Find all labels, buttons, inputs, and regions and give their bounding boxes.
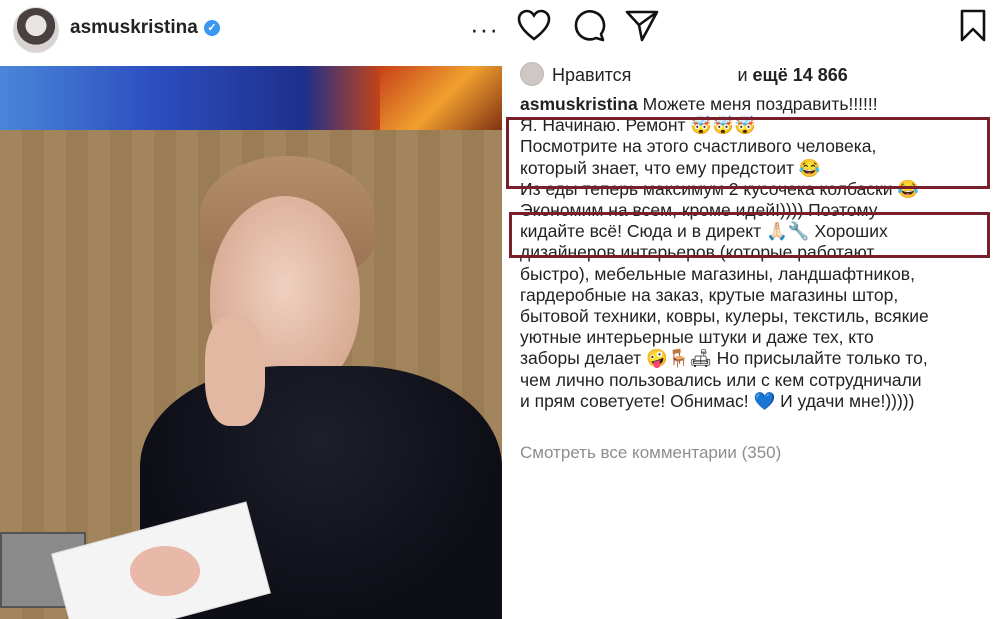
view-all-comments-link[interactable]: Смотреть все комментарии (350) xyxy=(520,443,781,463)
username-link[interactable]: asmuskristina xyxy=(70,17,198,39)
highlight-box-1 xyxy=(506,117,990,189)
caption-line: бытовой техники, ковры, кулеры, текстиль… xyxy=(520,306,929,327)
caption-line: заборы делает 🤪🪑🛋 Но присылайте только т… xyxy=(520,348,928,369)
highlight-box-2 xyxy=(509,212,990,258)
caption-line: и прям советуете! Обнимас! 💙 И удачи мне… xyxy=(520,390,915,411)
likes-count[interactable]: ещё 14 866 xyxy=(753,65,848,85)
photo-decor-bg xyxy=(380,66,502,136)
photo-hand xyxy=(205,316,265,426)
redacted-username xyxy=(636,67,733,81)
likes-summary[interactable]: Нравится и ещё 14 866 xyxy=(520,62,848,86)
profile-avatar[interactable] xyxy=(13,7,59,53)
caption-line: чем лично пользовались или с кем сотрудн… xyxy=(520,369,922,390)
post-header: asmuskristina ✓ ··· xyxy=(0,0,1005,60)
liker-avatar xyxy=(520,62,544,86)
send-icon[interactable] xyxy=(624,8,660,44)
caption-line: быстро), мебельные магазины, ландшафтник… xyxy=(520,263,915,284)
photo-ham xyxy=(130,546,200,596)
more-options-icon[interactable]: ··· xyxy=(470,14,499,45)
caption-line: уютные интерьерные штуки и даже тех, кто xyxy=(520,327,874,348)
heart-icon[interactable] xyxy=(516,8,552,44)
verified-badge-icon: ✓ xyxy=(204,20,220,36)
likes-suffix: и xyxy=(737,65,748,85)
post-photo[interactable] xyxy=(0,66,502,619)
caption-username[interactable]: asmuskristina xyxy=(520,94,638,114)
likes-prefix: Нравится xyxy=(552,65,632,85)
photo-window-bg xyxy=(0,66,380,130)
caption-line: asmuskristina Можете меня поздравить!!!!… xyxy=(520,94,878,114)
caption-line: гардеробные на заказ, крутые магазины шт… xyxy=(520,284,899,305)
bookmark-icon[interactable] xyxy=(955,8,991,44)
comment-icon[interactable] xyxy=(571,8,607,44)
